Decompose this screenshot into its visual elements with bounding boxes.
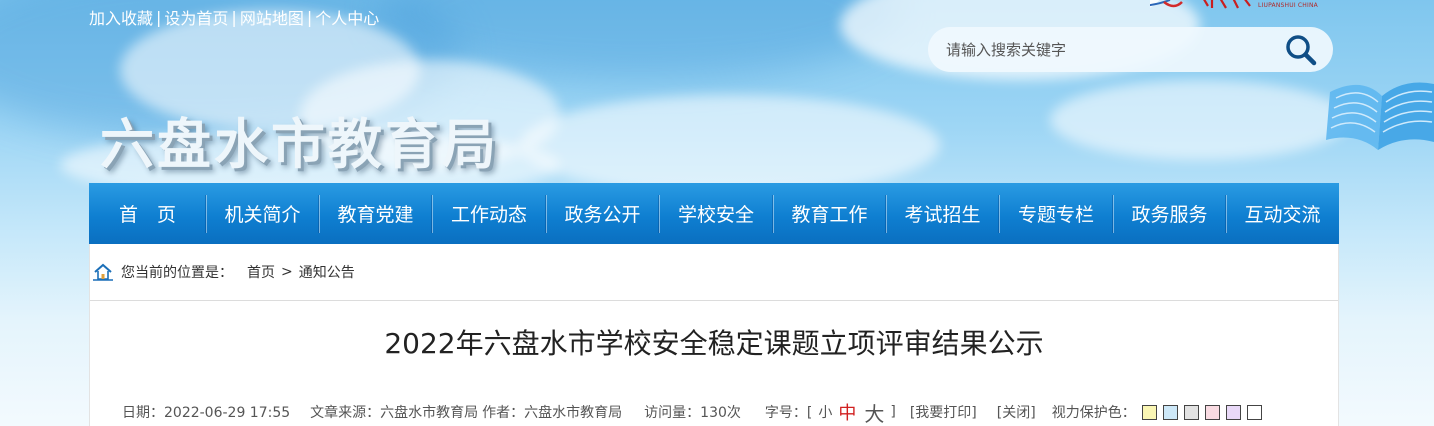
font-size-medium-button[interactable]: 中 (838, 399, 856, 425)
separator: | (156, 7, 162, 27)
content-panel: 您当前的位置是： 首页 > 通知公告 2022年六盘水市学校安全稳定课题立项评审… (89, 244, 1339, 426)
home-icon (93, 263, 113, 281)
nav-item-8[interactable]: 专题专栏 (999, 183, 1113, 244)
breadcrumb-home-link[interactable]: 首页 (247, 262, 275, 282)
nav-item-5[interactable]: 学校安全 (659, 183, 773, 244)
article-meta: 日期：2022-06-29 17:55 文章来源：六盘水市教育局 作者：六盘水市… (122, 399, 1322, 426)
article-title: 2022年六盘水市学校安全稳定课题立项评审结果公示 (384, 327, 1044, 360)
font-size-small-button[interactable]: 小 (818, 402, 832, 422)
personal-center-link[interactable]: 个人中心 (315, 5, 379, 29)
set-homepage-link[interactable]: 设为首页 (164, 5, 228, 29)
eye-care-color-swatch[interactable] (1225, 404, 1241, 420)
eye-care-color-swatch[interactable] (1204, 404, 1220, 420)
search-icon (1286, 35, 1317, 66)
nav-item-6[interactable]: 教育工作 (773, 183, 886, 244)
font-size-close-bracket: ] (890, 404, 896, 420)
publish-date: 日期：2022-06-29 17:55 (122, 405, 291, 421)
article-author: 作者：六盘水市教育局 (482, 405, 623, 421)
eye-care-color-swatch[interactable] (1141, 404, 1157, 420)
site-title: 六盘水市教育局 (100, 113, 499, 176)
visit-count: 访问量：130次 (644, 405, 741, 421)
nav-item-2[interactable]: 教育党建 (319, 183, 432, 244)
eye-care-label: 视力保护色： (1051, 405, 1136, 421)
main-nav: 首 页机关简介 教育党建 工作动态 政务公开 学校安全 教育工作 考试招生 专题专栏 政务服务互… (89, 183, 1339, 244)
font-size-large-button[interactable]: 大 (864, 398, 884, 426)
nav-item-3[interactable]: 工作动态 (432, 183, 546, 244)
breadcrumb-separator: > (281, 264, 293, 280)
nav-item-10[interactable]: 互动交流 (1226, 183, 1339, 244)
logo-english-text: LIUPANSHUI CHINA (1258, 2, 1318, 9)
nav-item-9[interactable]: 政务服务 (1113, 183, 1226, 244)
nav-item-7[interactable]: 考试招生 (886, 183, 999, 244)
header-banner: 加入收藏 | 设为首页 | 网站地图 | 个人中心 LIUPANSHUI CHI… (0, 0, 1434, 426)
close-button[interactable]: [关闭] (997, 402, 1036, 422)
eye-care-color-swatch[interactable] (1246, 404, 1262, 420)
add-favorite-link[interactable]: 加入收藏 (89, 5, 153, 29)
city-logo: LIUPANSHUI CHINA (1084, 0, 1340, 18)
breadcrumb-notice-link[interactable]: 通知公告 (299, 262, 355, 282)
article-source: 文章来源：六盘水市教育局 (310, 405, 479, 421)
nav-item-1[interactable]: 机关简介 (206, 183, 319, 244)
open-book-illustration (1326, 82, 1434, 150)
nav-item-0[interactable]: 首 页 (89, 183, 206, 244)
search-button[interactable] (1283, 32, 1319, 68)
search-box (928, 27, 1333, 72)
eye-care-color-swatch[interactable] (1162, 404, 1178, 420)
font-size-label: 字号：[ (764, 405, 813, 421)
top-links-bar: 加入收藏 | 设为首页 | 网站地图 | 个人中心 (89, 5, 379, 29)
print-button[interactable]: [我要打印] (910, 402, 977, 422)
eye-care-swatches (1141, 404, 1268, 420)
breadcrumb: 您当前的位置是： 首页 > 通知公告 (90, 244, 1338, 301)
nav-item-4[interactable]: 政务公开 (546, 183, 659, 244)
site-map-link[interactable]: 网站地图 (240, 5, 304, 29)
search-input[interactable] (946, 34, 1266, 65)
separator: | (306, 7, 313, 27)
eye-care-color-swatch[interactable] (1183, 404, 1199, 420)
breadcrumb-label: 您当前的位置是： (121, 265, 233, 281)
separator: | (231, 7, 237, 27)
